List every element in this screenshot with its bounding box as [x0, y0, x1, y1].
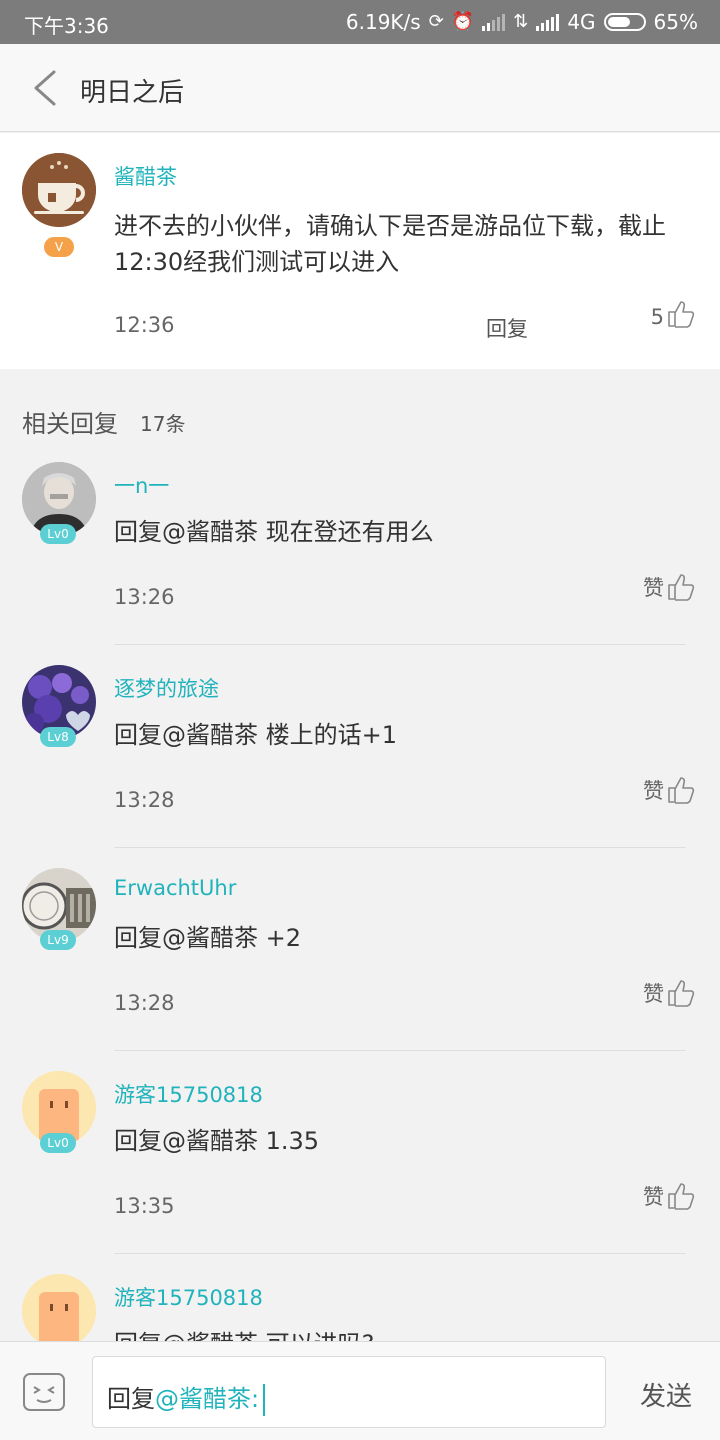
signal-icon: [482, 13, 506, 31]
avatar[interactable]: [22, 1274, 96, 1341]
thumbs-up-icon: [668, 1183, 695, 1210]
battery-icon: [603, 13, 646, 31]
reply-body: +2: [265, 924, 302, 952]
comment-time: 12:36: [114, 313, 175, 337]
reply-username[interactable]: 游客15750818: [114, 1282, 263, 1312]
reply-mention: 回复@酱醋茶: [114, 518, 258, 546]
replies-section-title: 相关回复: [22, 410, 118, 438]
default-avatar-icon: [22, 1274, 96, 1341]
reply-item: Lv0 一n一 回复@酱醋茶 现在登还有用么 13:26 赞: [0, 442, 720, 645]
back-arrow-icon[interactable]: [22, 64, 70, 112]
reply-time: 13:35: [114, 1194, 175, 1218]
reply-input[interactable]: 回复@酱醋茶:: [92, 1356, 606, 1428]
thumbs-up-icon: [668, 980, 695, 1007]
replies-count: 17条: [140, 412, 186, 436]
reply-text: 回复@酱醋茶 现在登还有用么: [114, 514, 434, 550]
thumbs-up-icon: [668, 301, 695, 328]
reply-body: 可以进吗?: [266, 1330, 375, 1341]
reply-body: 1.35: [265, 1127, 320, 1155]
reply-text: 回复@酱醋茶 +2: [114, 920, 301, 956]
reply-text: 回复@酱醋茶 楼上的话+1: [114, 717, 397, 753]
reply-text: 回复@酱醋茶 可以进吗?: [114, 1326, 374, 1341]
reply-username[interactable]: ErwachtUhr: [114, 876, 236, 900]
level-badge: Lv9: [40, 930, 76, 950]
text-caret: [263, 1384, 266, 1416]
reply-time: 13:28: [114, 788, 175, 812]
reply-username[interactable]: 逐梦的旅途: [114, 673, 219, 703]
reply-username[interactable]: 一n一: [114, 470, 169, 500]
main-comment: V 酱醋茶 进不去的小伙伴，请确认下是否是游品位下载，截止12:30经我们测试可…: [0, 133, 720, 369]
alarm-icon: ⏰: [451, 11, 475, 32]
level-badge: Lv0: [40, 524, 76, 544]
reply-body: 楼上的话+1: [265, 721, 398, 749]
reply-mention: 回复@酱醋茶: [114, 1127, 258, 1155]
thumbs-up-icon: [668, 574, 695, 601]
input-mention: @酱醋茶:: [155, 1385, 260, 1413]
status-time: 下午3:36: [24, 14, 109, 38]
like-button[interactable]: 5: [651, 299, 696, 329]
reply-item: 游客15750818 回复@酱醋茶 可以进吗?: [0, 1254, 720, 1341]
like-button[interactable]: 赞: [643, 572, 696, 602]
signal-4g-icon: [536, 13, 560, 31]
network-speed: 6.19K/s: [345, 10, 421, 34]
emoji-icon[interactable]: [22, 1372, 66, 1412]
comment-text: 进不去的小伙伴，请确认下是否是游品位下载，截止12:30经我们测试可以进入: [114, 212, 666, 276]
sync-icon: ⟳: [428, 11, 444, 32]
thumbs-up-icon: [668, 777, 695, 804]
vip-badge: V: [44, 237, 74, 257]
avatar[interactable]: [22, 153, 96, 227]
reply-button[interactable]: 回复: [486, 313, 528, 343]
network-type: 4G: [567, 10, 596, 34]
top-nav-bar: 明日之后: [0, 44, 720, 132]
reply-mention: 回复@酱醋茶: [114, 721, 258, 749]
like-label: 赞: [643, 1185, 664, 1209]
comment-username[interactable]: 酱醋茶: [114, 161, 177, 191]
level-badge: Lv0: [40, 1133, 76, 1153]
reply-item: Lv8 逐梦的旅途 回复@酱醋茶 楼上的话+1 13:28 赞: [0, 645, 720, 848]
reply-text: 回复@酱醋茶 1.35: [114, 1123, 319, 1159]
level-badge: Lv8: [40, 727, 76, 747]
tea-cup-icon: [22, 153, 96, 227]
reply-item: Lv9 ErwachtUhr 回复@酱醋茶 +2 13:28 赞: [0, 848, 720, 1051]
like-label: 赞: [643, 982, 664, 1006]
battery-percent: 65%: [653, 10, 698, 34]
reply-mention: 回复@酱醋茶: [114, 1330, 258, 1341]
input-prefix: 回复: [107, 1385, 155, 1413]
like-label: 赞: [643, 779, 664, 803]
send-button[interactable]: 发送: [640, 1376, 692, 1413]
like-button[interactable]: 赞: [643, 775, 696, 805]
page-title: 明日之后: [80, 78, 185, 108]
status-bar: 下午3:36 6.19K/s ⟳ ⏰ ⇅ 4G 65%: [0, 0, 720, 44]
reply-input-bar: 回复@酱醋茶: 发送: [0, 1341, 720, 1440]
like-button[interactable]: 赞: [643, 978, 696, 1008]
like-label: 赞: [643, 576, 664, 600]
reply-item: Lv0 游客15750818 回复@酱醋茶 1.35 13:35 赞: [0, 1051, 720, 1254]
reply-time: 13:26: [114, 585, 175, 609]
reply-mention: 回复@酱醋茶: [114, 924, 258, 952]
data-arrows-icon: ⇅: [513, 11, 529, 32]
reply-body: 现在登还有用么: [265, 518, 434, 546]
reply-username[interactable]: 游客15750818: [114, 1079, 263, 1109]
like-button[interactable]: 赞: [643, 1181, 696, 1211]
input-text: 回复@酱醋茶:: [107, 1379, 266, 1416]
like-count: 5: [650, 305, 664, 329]
reply-time: 13:28: [114, 991, 175, 1015]
